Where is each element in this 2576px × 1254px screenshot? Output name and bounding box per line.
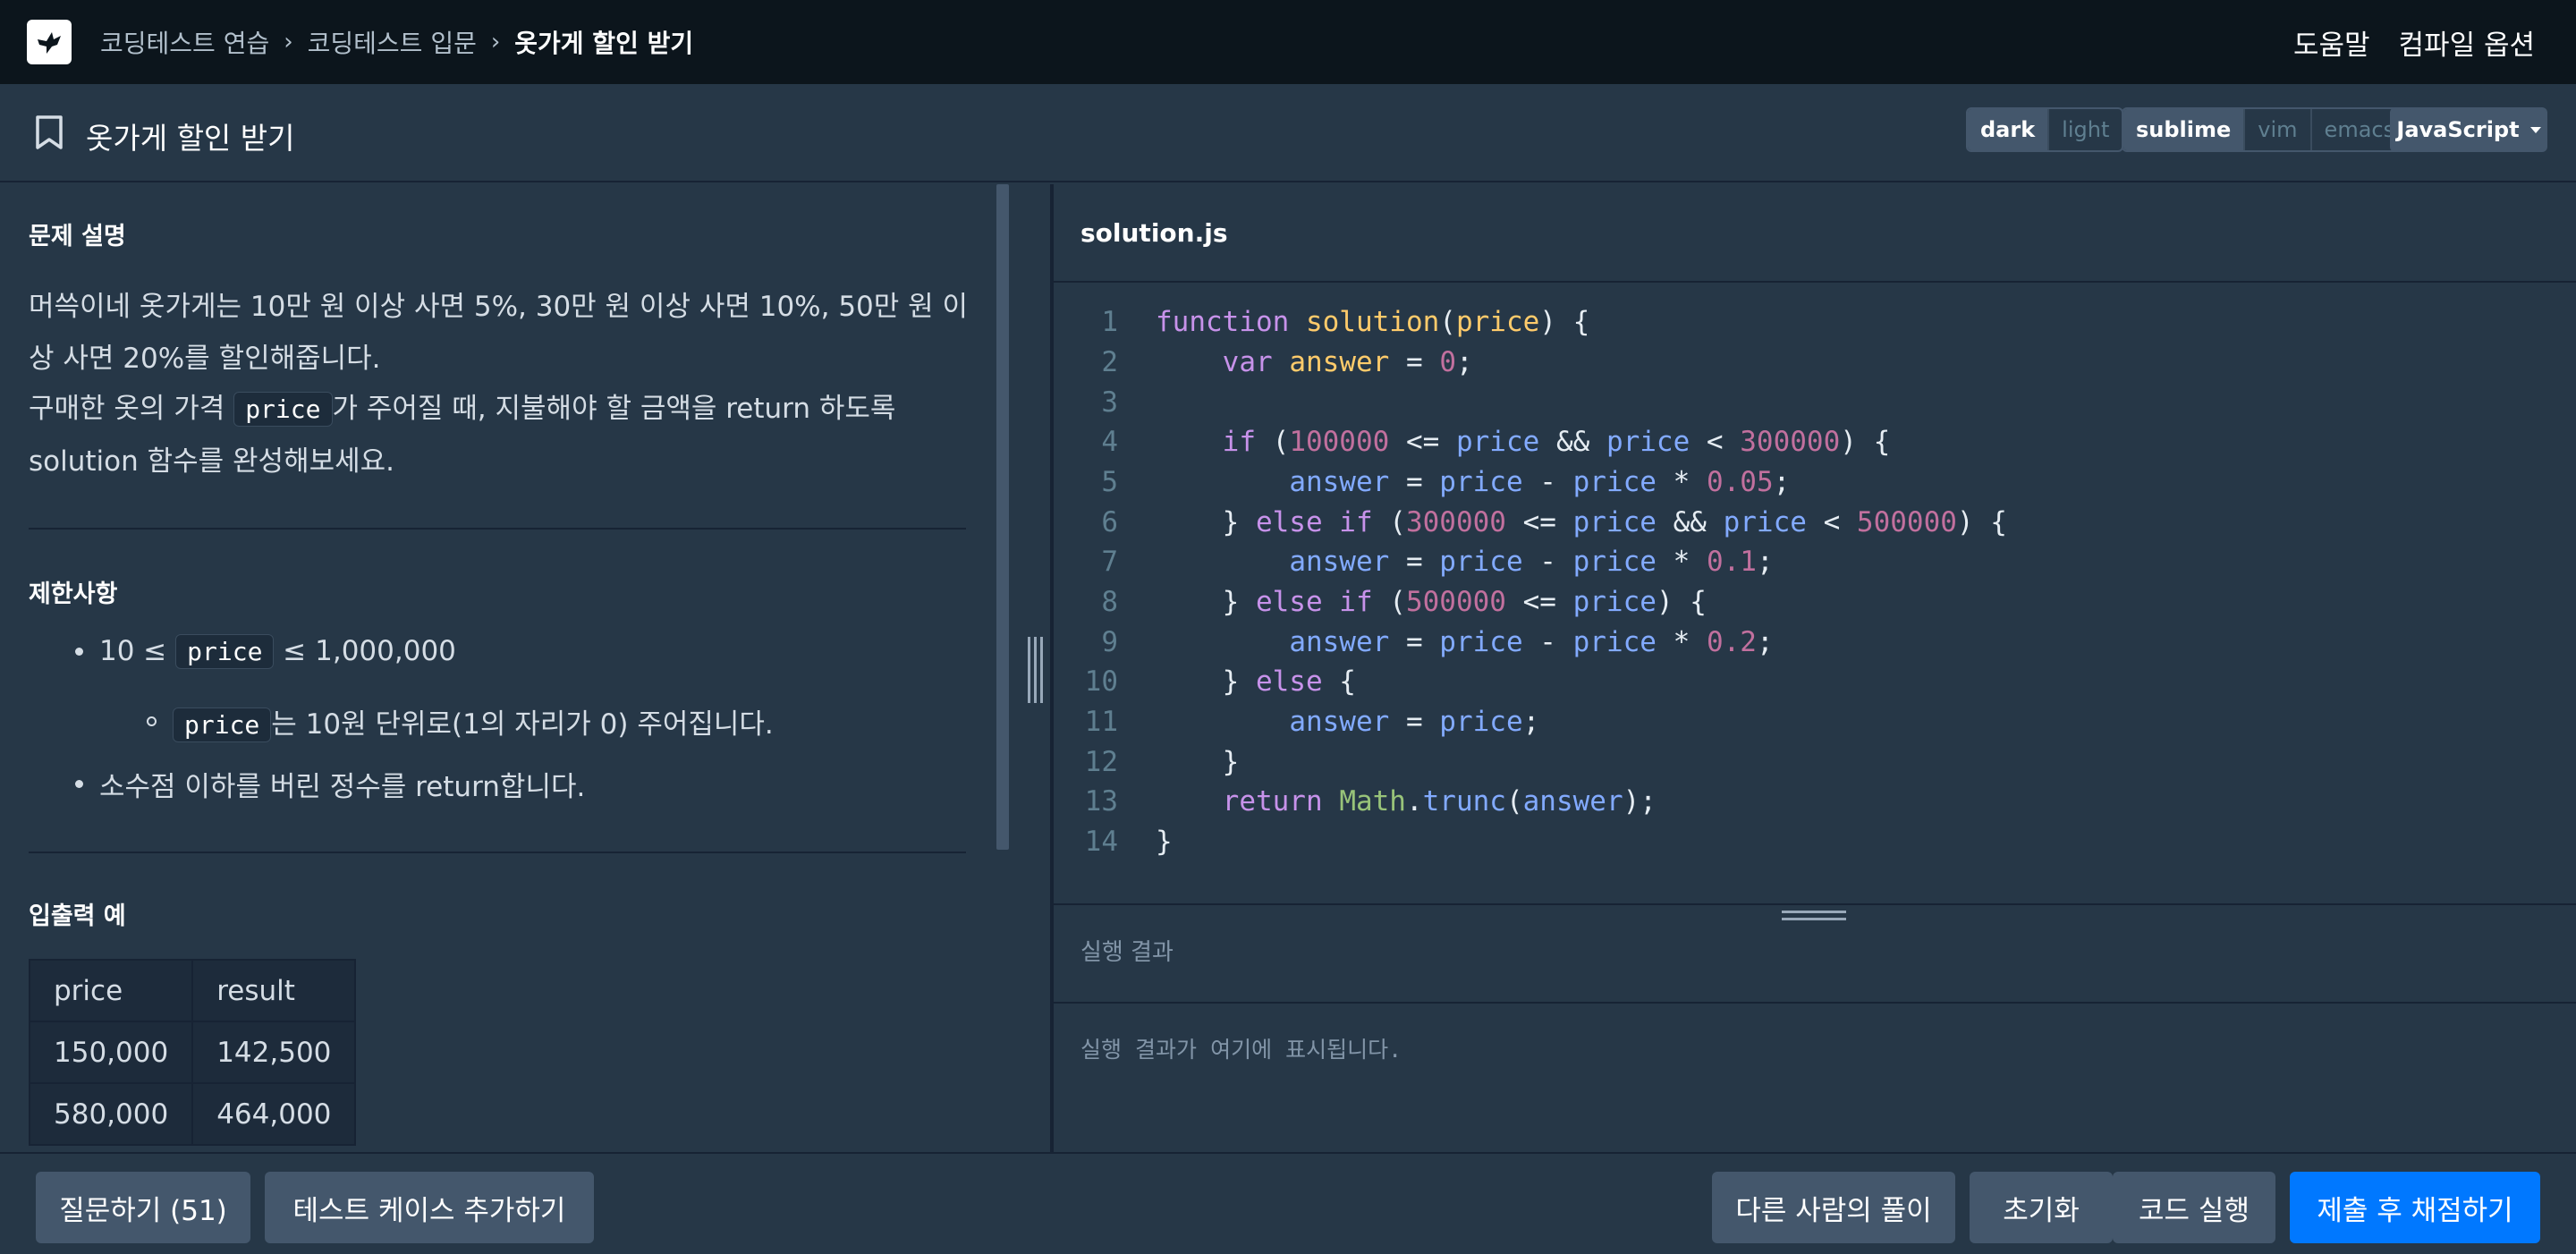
keymap-option-sublime[interactable]: sublime	[2123, 109, 2244, 150]
description-line: 상 사면 20%를 할인해줍니다.	[29, 343, 381, 375]
ask-question-button[interactable]: 질문하기 (51)	[36, 1172, 250, 1243]
code-price: price	[175, 634, 275, 669]
bullet-icon	[75, 647, 83, 656]
table-cell: 150,000	[28, 1021, 194, 1084]
description-line: solution 함수를 완성해보세요.	[29, 445, 394, 478]
constraint-item: 10 ≤ price ≤ 1,000,000	[75, 634, 456, 669]
lesson-titlebar: 옷가게 할인 받기 dark light sublime vim emacs J…	[0, 84, 2576, 182]
language-select-value: JavaScript	[2396, 117, 2520, 142]
run-code-button[interactable]: 코드 실행	[2113, 1172, 2275, 1243]
divider	[1054, 1002, 2576, 1004]
breadcrumb-item-current: 옷가게 할인 받기	[514, 29, 694, 58]
section-divider	[29, 852, 966, 853]
section-divider	[29, 528, 966, 530]
others-solution-button[interactable]: 다른 사람의 풀이	[1712, 1172, 1955, 1243]
table-header-cell: price	[28, 959, 194, 1022]
io-example-title: 입출력 예	[29, 902, 126, 930]
code-price: price	[233, 392, 333, 427]
chevron-right-icon: ›	[490, 29, 501, 55]
problem-panel: 문제 설명 머쓱이네 옷가게는 10만 원 이상 사면 5%, 30만 원 이상…	[0, 184, 1050, 1152]
language-select[interactable]: JavaScript	[2390, 107, 2547, 152]
file-tab[interactable]: solution.js	[1080, 218, 1228, 248]
theme-toggle[interactable]: dark light	[1966, 107, 2124, 152]
description-title: 문제 설명	[29, 223, 126, 250]
breadcrumb: 코딩테스트 연습 › 코딩테스트 입문 › 옷가게 할인 받기	[100, 0, 693, 84]
compile-options-link[interactable]: 컴파일 옵션	[2399, 22, 2535, 63]
table-row: 150,000 142,500	[28, 1021, 357, 1084]
theme-option-light[interactable]: light	[2047, 109, 2122, 150]
submit-button[interactable]: 제출 후 채점하기	[2290, 1172, 2540, 1243]
topnav-actions: 도움말 컴파일 옵션	[2293, 0, 2535, 84]
table-header-row: price result	[28, 959, 357, 1022]
lesson-title: 옷가게 할인 받기	[86, 121, 295, 156]
table-header-cell: result	[191, 959, 357, 1022]
constraint-item: 소수점 이하를 버린 정수를 return합니다.	[75, 764, 585, 804]
table-cell: 464,000	[191, 1082, 357, 1146]
chevron-right-icon: ›	[284, 29, 293, 55]
reset-button[interactable]: 초기화	[1970, 1172, 2113, 1243]
divider	[1054, 903, 2576, 905]
result-title: 실행 결과	[1080, 939, 1174, 966]
problem-scrollbar[interactable]	[996, 184, 1009, 850]
result-output: 실행 결과가 여기에 표시됩니다.	[1080, 1037, 1402, 1063]
help-link[interactable]: 도움말	[2293, 22, 2370, 63]
description-line: 구매한 옷의 가격 price 가 주어질 때, 지불해야 할 금액을 retur…	[29, 392, 896, 427]
add-testcase-button[interactable]: 테스트 케이스 추가하기	[265, 1172, 594, 1243]
logo-icon[interactable]	[27, 20, 72, 64]
caret-down-icon	[2529, 126, 2541, 133]
code-editor[interactable]: 1 function solution(price) { 2 var answer…	[1054, 283, 2576, 1088]
breadcrumb-item-intro[interactable]: 코딩테스트 입문	[308, 24, 477, 60]
code-price: price	[173, 707, 272, 742]
description-line: 머쓱이네 옷가게는 10만 원 이상 사면 5%, 30만 원 이상 사면 10…	[29, 291, 969, 323]
description-body-2: 구매한 옷의 가격 price 가 주어질 때, 지불해야 할 금액을 retur…	[29, 383, 977, 487]
keymap-option-vim[interactable]: vim	[2243, 109, 2309, 150]
io-example-table: price result 150,000 142,500 580,000 464…	[28, 959, 357, 1146]
theme-option-dark[interactable]: dark	[1968, 109, 2048, 150]
table-row: 580,000 464,000	[28, 1082, 357, 1146]
bullet-icon	[75, 780, 83, 788]
top-navbar: 코딩테스트 연습 › 코딩테스트 입문 › 옷가게 할인 받기 도움말 컴파일 …	[0, 0, 2576, 84]
table-cell: 142,500	[191, 1021, 357, 1084]
description-body: 머쓱이네 옷가게는 10만 원 이상 사면 5%, 30만 원 이상 사면 10…	[29, 281, 977, 385]
drag-handle-icon[interactable]	[1025, 637, 1045, 703]
bullet-circle-icon	[147, 716, 157, 726]
editor-panel: solution.js 1 function solution(price) { …	[1054, 184, 2576, 1152]
keymap-toggle[interactable]: sublime vim emacs	[2122, 107, 2410, 152]
constraint-subitem: price 는 10원 단위로(1의 자리가 0) 주어집니다.	[147, 701, 774, 742]
constraints-title: 제한사항	[29, 580, 118, 608]
bookmark-icon[interactable]	[34, 114, 64, 150]
table-cell: 580,000	[28, 1082, 194, 1146]
breadcrumb-item-practice[interactable]: 코딩테스트 연습	[100, 24, 269, 60]
resize-handle-icon[interactable]	[1782, 911, 1846, 925]
bottom-action-bar: 질문하기 (51) 테스트 케이스 추가하기 다른 사람의 풀이 초기화 코드 …	[0, 1152, 2576, 1254]
